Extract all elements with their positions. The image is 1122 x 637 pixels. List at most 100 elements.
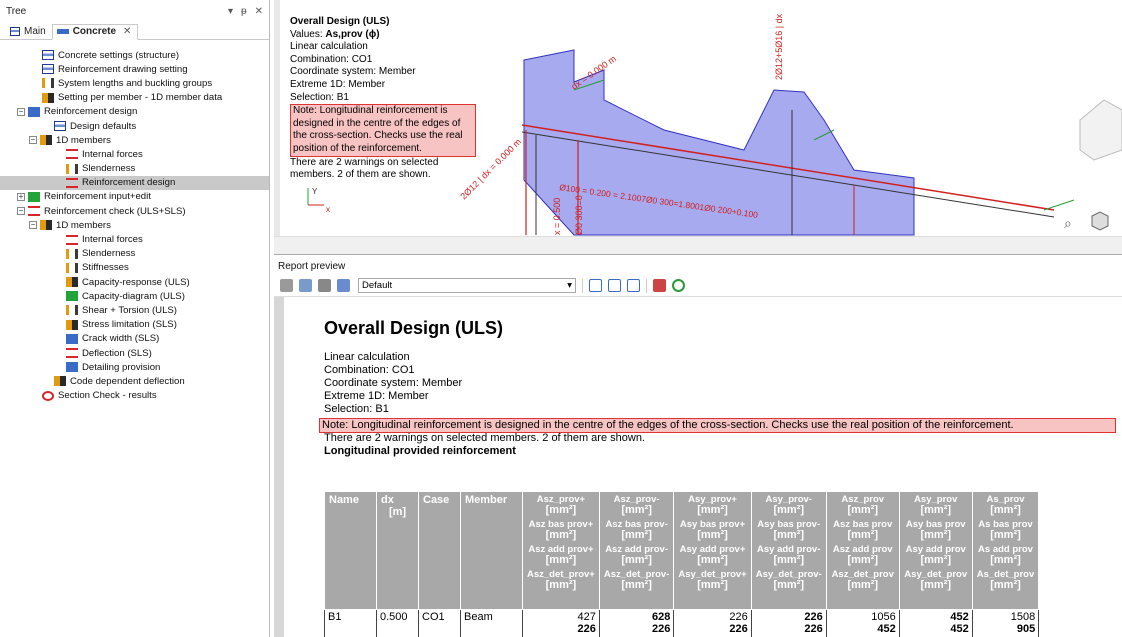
tree-item[interactable]: Concrete settings (structure) — [0, 48, 269, 62]
view-scrollbar[interactable] — [274, 236, 1122, 254]
layout-page-icon[interactable] — [627, 279, 640, 292]
view-extreme: Extreme 1D: Member — [290, 78, 386, 90]
tree-item[interactable]: + Reinforcement input+edit — [0, 190, 269, 204]
concrete-icon — [56, 29, 69, 34]
column-header: Case — [418, 491, 461, 610]
tree-item-label: Design defaults — [70, 120, 137, 132]
tree-item[interactable]: Deflection (SLS) — [0, 346, 269, 360]
column-header-line: Asz add prov+ [mm²] — [528, 544, 594, 566]
tree-item[interactable]: − 1D members — [0, 218, 269, 232]
tab-close-icon[interactable]: ✕ — [123, 26, 131, 37]
column-header-line: Asz_det_prov [mm²] — [831, 569, 894, 591]
close-icon[interactable]: ✕ — [255, 6, 263, 17]
tree-item-label: Setting per member - 1D member data — [58, 92, 223, 104]
dropdown-icon[interactable]: ▾ — [228, 6, 233, 17]
tree-item[interactable]: Setting per member - 1D member data — [0, 91, 269, 105]
tree-item[interactable]: System lengths and buckling groups — [0, 76, 269, 90]
column-header: Asy_prov [mm²] Asy bas prov [mm²] Asy add pr… — [898, 491, 973, 610]
tree-item[interactable]: Crack width (SLS) — [0, 332, 269, 346]
tree-tabs: Main Concrete ✕ — [0, 22, 269, 40]
collapse-icon[interactable]: − — [17, 207, 25, 216]
tree-item[interactable]: Internal forces — [0, 232, 269, 246]
label-col: Ø0 300=0 — [574, 195, 584, 235]
view-warnings: There are 2 warnings on selected members… — [290, 156, 439, 181]
tab-main[interactable]: Main — [6, 25, 52, 39]
tree-item-label: Slenderness — [82, 163, 136, 175]
tree-item[interactable]: Stress limitation (SLS) — [0, 318, 269, 332]
report-title: Overall Design (ULS) — [324, 318, 504, 338]
tree-item-label: 1D members — [56, 219, 111, 231]
ora-item-icon — [66, 319, 78, 330]
tree-item-label: Internal forces — [82, 148, 143, 160]
tree-item[interactable]: Code dependent deflection — [0, 374, 269, 388]
tgt-item-icon — [42, 390, 54, 401]
refresh-icon[interactable] — [672, 279, 685, 292]
report-combination: Combination: CO1 — [324, 364, 415, 376]
tree-item[interactable]: − Reinforcement design — [0, 105, 269, 119]
template-select[interactable]: Default ▾ — [358, 278, 576, 293]
red-item-icon — [66, 177, 78, 188]
column-header-line: Asy add prov [mm²] — [905, 544, 966, 566]
collapse-icon[interactable]: − — [29, 221, 37, 230]
column-header-line: Asz_det_prov+ [mm²] — [527, 569, 595, 591]
cell-value: 1056 452 — [825, 609, 900, 637]
tree-item[interactable]: Slenderness — [0, 162, 269, 176]
tab-main-label: Main — [24, 26, 46, 37]
tree-item[interactable]: Internal forces — [0, 147, 269, 161]
report-header: Report preview — [278, 261, 346, 272]
tree-item-label: Reinforcement input+edit — [44, 191, 151, 203]
model-view[interactable]: 2Ø12+5Ø16 | dx dx = 0.000 m 2Ø12 | dx = … — [274, 0, 1122, 255]
blu-item-icon — [28, 106, 40, 117]
axis-y-label: Y — [312, 187, 318, 196]
settings-icon[interactable] — [280, 279, 293, 292]
ora-item-icon — [40, 135, 52, 146]
tree-item-label: Slenderness — [82, 248, 136, 260]
column-header: Member — [460, 491, 523, 610]
select-icon[interactable] — [337, 279, 350, 292]
tree-item[interactable]: Reinforcement drawing setting — [0, 62, 269, 76]
tree-item[interactable]: Detailing provision — [0, 360, 269, 374]
view-info: Overall Design (ULS) Values: As,prov (ϕ)… — [290, 16, 476, 182]
reinforcement-table: Name dx [m] Case Member Asz_prov+ [mm²] Asz bas… — [324, 491, 1040, 637]
view-combination: Combination: CO1 — [290, 53, 373, 65]
tree-item[interactable]: Reinforcement design — [0, 175, 269, 190]
table-icon[interactable] — [653, 279, 666, 292]
layout-columns-icon[interactable] — [608, 279, 621, 292]
tree-item-label: Shear + Torsion (ULS) — [82, 304, 178, 316]
table-header-row: Name dx [m] Case Member Asz_prov+ [mm²] Asz bas… — [324, 491, 1040, 610]
tree-item[interactable]: Capacity-response (ULS) — [0, 275, 269, 289]
pin-icon[interactable]: ᵽ — [241, 6, 247, 17]
collapse-icon[interactable]: − — [29, 136, 37, 145]
report-toolbar: Default ▾ — [274, 275, 1122, 297]
column-header: Name — [324, 491, 377, 610]
zoom-icon: ⌕ — [1064, 215, 1072, 231]
wizard-icon[interactable] — [299, 279, 312, 292]
tab-concrete[interactable]: Concrete ✕ — [51, 24, 139, 40]
column-header-line: Asy add prov- [mm²] — [757, 544, 821, 566]
report-subtitle: Longitudinal provided reinforcement — [324, 445, 516, 457]
report-selection: Selection: B1 — [324, 403, 389, 415]
tree-item[interactable]: Shear + Torsion (ULS) — [0, 303, 269, 317]
collapse-icon[interactable]: − — [17, 107, 25, 116]
column-header-line: Asz add prov- [mm²] — [605, 544, 668, 566]
tree-item[interactable]: − Reinforcement check (ULS+SLS) — [0, 204, 269, 218]
bars-item-icon — [66, 305, 78, 316]
column-header-line: Asy_det_prov [mm²] — [904, 569, 968, 591]
tree-item[interactable]: Capacity-diagram (ULS) — [0, 289, 269, 303]
cell-value: 452 452 — [898, 609, 973, 637]
cell-value: 427 226 — [522, 609, 600, 637]
tree-item-label: Detailing provision — [82, 361, 161, 373]
report-area[interactable]: Overall Design (ULS) Linear calculation … — [274, 297, 1122, 637]
tree-item[interactable]: − 1D members — [0, 133, 269, 147]
column-header-line: As bas prov [mm²] — [978, 519, 1033, 541]
column-header: Asz_prov+ [mm²] Asz bas prov+ [mm²] Asz add … — [522, 491, 600, 610]
print-icon[interactable] — [318, 279, 331, 292]
tree-item[interactable]: Design defaults — [0, 119, 269, 133]
tree-item[interactable]: Slenderness — [0, 247, 269, 261]
tree-list: Concrete settings (structure) Reinforceme… — [0, 40, 269, 403]
tree-item[interactable]: Section Check - results — [0, 389, 269, 403]
tree-item-label: Reinforcement drawing setting — [58, 63, 188, 75]
expand-icon[interactable]: + — [17, 192, 25, 201]
layout-grid-icon[interactable] — [589, 279, 602, 292]
tree-item[interactable]: Stiffnesses — [0, 261, 269, 275]
